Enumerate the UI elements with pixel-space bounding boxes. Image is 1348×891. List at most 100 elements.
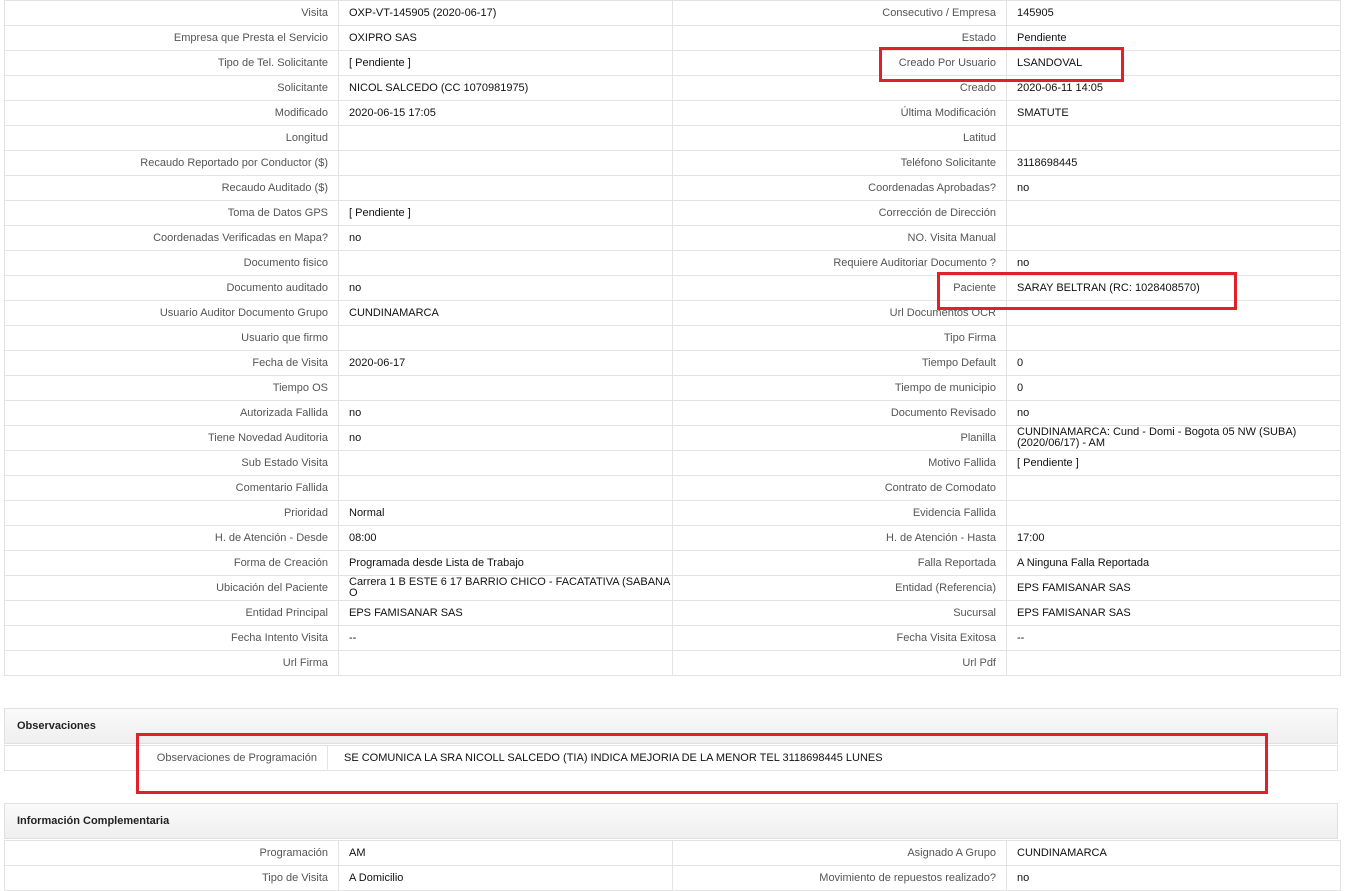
field-label-ultima-modificacion: Última Modificación <box>672 100 1007 126</box>
field-value-longitud <box>338 125 673 151</box>
field-label-asignado-a-grupo: Asignado A Grupo <box>672 840 1007 866</box>
field-value-documento-auditado: no <box>338 275 673 301</box>
field-label-creado-por-usuario: Creado Por Usuario <box>672 50 1007 76</box>
field-value-correccion-de-direccion <box>1006 200 1341 226</box>
field-label-evidencia-fallida: Evidencia Fallida <box>672 500 1007 526</box>
field-label-tipo-de-tel-solicitante: Tipo de Tel. Solicitante <box>4 50 339 76</box>
field-label-entidad-referencia: Entidad (Referencia) <box>672 575 1007 601</box>
field-label-sub-estado-visita: Sub Estado Visita <box>4 450 339 476</box>
field-label-toma-de-datos-gps: Toma de Datos GPS <box>4 200 339 226</box>
field-value-fecha-intento-visita: -- <box>338 625 673 651</box>
field-value-sucursal: EPS FAMISANAR SAS <box>1006 600 1341 626</box>
field-label-documento-revisado: Documento Revisado <box>672 400 1007 426</box>
table-row: Visita OXP-VT-145905 (2020-06-17) Consecut… <box>4 0 1341 26</box>
field-value-documento-revisado: no <box>1006 400 1341 426</box>
field-value-url-documentos-ocr <box>1006 300 1341 326</box>
field-label-planilla: Planilla <box>672 425 1007 451</box>
field-label-correccion-de-direccion: Corrección de Dirección <box>672 200 1007 226</box>
field-label-recaudo-reportado-por-conductor: Recaudo Reportado por Conductor ($) <box>4 150 339 176</box>
field-label-longitud: Longitud <box>4 125 339 151</box>
table-row: Fecha Intento Visita -- Fecha Visita Exit… <box>4 625 1341 651</box>
field-value-programacion: AM <box>338 840 673 866</box>
field-value-tiempo-os <box>338 375 673 401</box>
field-value-telefono-solicitante: 3118698445 <box>1006 150 1341 176</box>
field-value-sub-estado-visita <box>338 450 673 476</box>
table-row: Fecha de Visita 2020-06-17 Tiempo Default… <box>4 350 1341 376</box>
field-value-falla-reportada: A Ninguna Falla Reportada <box>1006 550 1341 576</box>
field-label-sucursal: Sucursal <box>672 600 1007 626</box>
field-label-prioridad: Prioridad <box>4 500 339 526</box>
field-value-usuario-auditor-documento-grupo: CUNDINAMARCA <box>338 300 673 326</box>
table-row: Coordenadas Verificadas en Mapa? no NO. V… <box>4 225 1341 251</box>
field-value-recaudo-reportado-por-conductor <box>338 150 673 176</box>
field-label-fecha-intento-visita: Fecha Intento Visita <box>4 625 339 651</box>
table-row: Url Firma Url Pdf <box>4 650 1341 676</box>
field-label-h-de-atencion-hasta: H. de Atención - Hasta <box>672 525 1007 551</box>
field-label-fecha-de-visita: Fecha de Visita <box>4 350 339 376</box>
field-label-fecha-visita-exitosa: Fecha Visita Exitosa <box>672 625 1007 651</box>
field-label-ubicacion-del-paciente: Ubicación del Paciente <box>4 575 339 601</box>
field-label-usuario-auditor-documento-grupo: Usuario Auditor Documento Grupo <box>4 300 339 326</box>
field-label-contrato-de-comodato: Contrato de Comodato <box>672 475 1007 501</box>
field-label-url-documentos-ocr: Url Documentos OCR <box>672 300 1007 326</box>
table-row: Comentario Fallida Contrato de Comodato <box>4 475 1341 501</box>
field-value-contrato-de-comodato <box>1006 475 1341 501</box>
table-row: Usuario Auditor Documento Grupo CUNDINAMA… <box>4 300 1341 326</box>
field-label-comentario-fallida: Comentario Fallida <box>4 475 339 501</box>
table-row: Programación AM Asignado A Grupo CUNDINAMAR… <box>4 840 1341 866</box>
field-label-requiere-auditoriar-documento: Requiere Auditoriar Documento ? <box>672 250 1007 276</box>
field-value-evidencia-fallida <box>1006 500 1341 526</box>
field-label-modificado: Modificado <box>4 100 339 126</box>
field-value-h-de-atencion-desde: 08:00 <box>338 525 673 551</box>
field-label-empresa-que-presta-el-servicio: Empresa que Presta el Servicio <box>4 25 339 51</box>
table-row: Sub Estado Visita Motivo Fallida[ Pendien… <box>4 450 1341 476</box>
field-label-documento-fisico: Documento fisico <box>4 250 339 276</box>
table-row: Tipo de Tel. Solicitante[ Pendiente ] Cre… <box>4 50 1341 76</box>
table-row: Tiempo OS Tiempo de municipio 0 <box>4 375 1341 401</box>
table-row: Documento auditado no Paciente SARAY BELTR… <box>4 275 1341 301</box>
field-value-tipo-firma <box>1006 325 1341 351</box>
table-row: Recaudo Reportado por Conductor ($) Teléf… <box>4 150 1341 176</box>
field-label-falla-reportada: Falla Reportada <box>672 550 1007 576</box>
field-label-url-pdf: Url Pdf <box>672 650 1007 676</box>
field-label-estado: Estado <box>672 25 1007 51</box>
table-row: Solicitante NICOL SALCEDO (CC 1070981975)… <box>4 75 1341 101</box>
field-value-planilla: CUNDINAMARCA: Cund - Domi - Bogota 05 NW… <box>1006 425 1341 451</box>
field-value-paciente: SARAY BELTRAN (RC: 1028408570) <box>1006 275 1341 301</box>
table-row: Entidad Principal EPS FAMISANAR SAS Sucurs… <box>4 600 1341 626</box>
field-label-latitud: Latitud <box>672 125 1007 151</box>
field-value-consecutivo-empresa: 145905 <box>1006 0 1341 26</box>
field-label-tipo-firma: Tipo Firma <box>672 325 1007 351</box>
field-value-no-visita-manual <box>1006 225 1341 251</box>
table-row: Autorizada Fallida no Documento Revisado … <box>4 400 1341 426</box>
field-value-prioridad: Normal <box>338 500 673 526</box>
field-label-visita: Visita <box>4 0 339 26</box>
field-label-forma-de-creacion: Forma de Creación <box>4 550 339 576</box>
table-row: Empresa que Presta el Servicio OXIPRO SAS… <box>4 25 1341 51</box>
field-label-telefono-solicitante: Teléfono Solicitante <box>672 150 1007 176</box>
field-value-estado: Pendiente <box>1006 25 1341 51</box>
field-label-creado: Creado <box>672 75 1007 101</box>
field-label-motivo-fallida: Motivo Fallida <box>672 450 1007 476</box>
table-row: Modificado 2020-06-15 17:05 Última Modific… <box>4 100 1341 126</box>
field-value-creado: 2020-06-11 14:05 <box>1006 75 1341 101</box>
field-label-url-firma: Url Firma <box>4 650 339 676</box>
field-value-ubicacion-del-paciente: Carrera 1 B ESTE 6 17 BARRIO CHICO - FAC… <box>338 575 673 601</box>
field-value-requiere-auditoriar-documento: no <box>1006 250 1341 276</box>
field-value-url-pdf <box>1006 650 1341 676</box>
field-label-tiempo-os: Tiempo OS <box>4 375 339 401</box>
table-row: H. de Atención - Desde 08:00 H. de Atenció… <box>4 525 1341 551</box>
table-row: Toma de Datos GPS[ Pendiente ] Corrección… <box>4 200 1341 226</box>
field-label-documento-auditado: Documento auditado <box>4 275 339 301</box>
field-label-usuario-que-firmo: Usuario que firmo <box>4 325 339 351</box>
field-label-consecutivo-empresa: Consecutivo / Empresa <box>672 0 1007 26</box>
table-row: Ubicación del Paciente Carrera 1 B ESTE 6… <box>4 575 1341 601</box>
complementaria-table: Programación AM Asignado A Grupo CUNDINAMAR… <box>4 840 1341 891</box>
field-value-coordenadas-verificadas-en-mapa: no <box>338 225 673 251</box>
table-row: Tiene Novedad Auditoria no Planilla CUNDIN… <box>4 425 1341 451</box>
field-label-autorizada-fallida: Autorizada Fallida <box>4 400 339 426</box>
field-value-tiempo-default: 0 <box>1006 350 1341 376</box>
field-value-tipo-de-tel-solicitante: [ Pendiente ] <box>338 50 673 76</box>
field-value-visita: OXP-VT-145905 (2020-06-17) <box>338 0 673 26</box>
field-label-programacion: Programación <box>4 840 339 866</box>
